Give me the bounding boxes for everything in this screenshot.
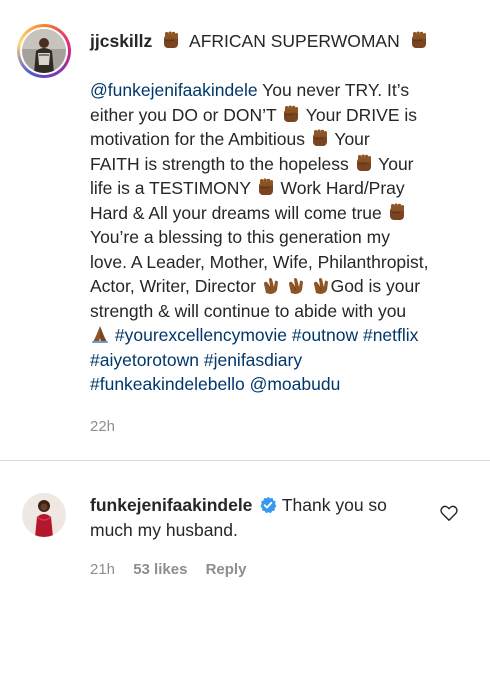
raised-fist-icon [281, 104, 301, 124]
raised-fist-icon [310, 128, 330, 148]
caption-line-2a: either you DO or DON’T [90, 104, 282, 125]
folded-hands-icon [90, 324, 110, 344]
caption-line-1: You never TRY. It’s [257, 80, 410, 100]
hashtag-aiyetorotown[interactable]: #aiyetorotown [90, 350, 199, 370]
reply-text-1: Thank you so [277, 495, 387, 515]
heart-outline-icon[interactable] [439, 503, 459, 523]
caption-line-5b: Work Hard/Pray [275, 178, 405, 198]
raised-fist-icon [387, 202, 407, 222]
caption-line-4a: FAITH is strength to the hopeless [90, 153, 354, 174]
avatar-border [20, 27, 68, 75]
raised-fist-icon [409, 30, 429, 50]
hashtag-funkeakindelebello[interactable]: #funkeakindelebello [90, 374, 245, 394]
reply-timestamp[interactable]: 21h [90, 561, 115, 578]
post-username[interactable]: jjcskillz [90, 31, 152, 51]
hashtag-netflix[interactable]: #netflix [363, 325, 418, 345]
raised-fist-icon [161, 30, 181, 50]
reply-comment: funkejenifaakindele Thank you so much my… [0, 461, 490, 676]
caption-line-10: strength & will continue to abide with y… [90, 300, 407, 321]
caption-line-3b: Your [329, 129, 370, 149]
caption-line-3a: motivation for the Ambitious [90, 129, 310, 149]
caption-line-4b: Your [373, 153, 414, 174]
caption-line-9a: Actor, Writer, Director [90, 276, 261, 296]
post-title: AFRICAN SUPERWOMAN [189, 31, 400, 51]
reply-meta: 21h 53 likes Reply [90, 561, 260, 578]
raised-fist-icon [354, 153, 374, 173]
raised-fist-icon [256, 177, 276, 197]
avatar-funkejenifaakindele[interactable] [22, 493, 66, 537]
caption-line-7: You’re a blessing to this generation my [90, 227, 390, 247]
clapping-hands-icon [311, 275, 331, 295]
story-ring[interactable] [17, 24, 71, 78]
post-caption-block: jjcskillz AFRICAN SUPERWOMAN @funkejenif… [0, 0, 490, 460]
caption-line-9b: God is your [330, 276, 421, 296]
reply-button[interactable]: Reply [206, 561, 247, 578]
mention-funkejenifaakindele[interactable]: @funkejenifaakindele [90, 80, 258, 100]
hashtag-jenifasdiary[interactable]: #jenifasdiary [204, 350, 302, 370]
mention-moabudu[interactable]: @moabudu [250, 374, 341, 394]
reply-text-2: much my husband. [90, 519, 238, 540]
clapping-hands-icon [286, 275, 306, 295]
hashtag-yourexcellencymovie[interactable]: #yourexcellencymovie [115, 325, 287, 345]
reply-body: funkejenifaakindele Thank you so much my… [90, 493, 430, 542]
reply-username[interactable]: funkejenifaakindele [90, 495, 252, 515]
post-timestamp[interactable]: 22h [90, 418, 115, 435]
clapping-hands-icon [261, 275, 281, 295]
caption-text: jjcskillz AFRICAN SUPERWOMAN @funkejenif… [90, 29, 470, 397]
caption-line-6: Hard & All your dreams will come true [90, 202, 387, 223]
avatar-jjcskillz[interactable] [22, 29, 66, 73]
caption-line-2b: Your DRIVE is [301, 104, 418, 125]
hashtag-outnow[interactable]: #outnow [292, 325, 358, 345]
caption-line-5a: life is a TESTIMONY [90, 178, 256, 198]
verified-badge-icon [260, 496, 277, 514]
caption-line-8: love. A Leader, Mother, Wife, Philanthro… [90, 251, 429, 272]
reply-likes[interactable]: 53 likes [133, 561, 187, 578]
